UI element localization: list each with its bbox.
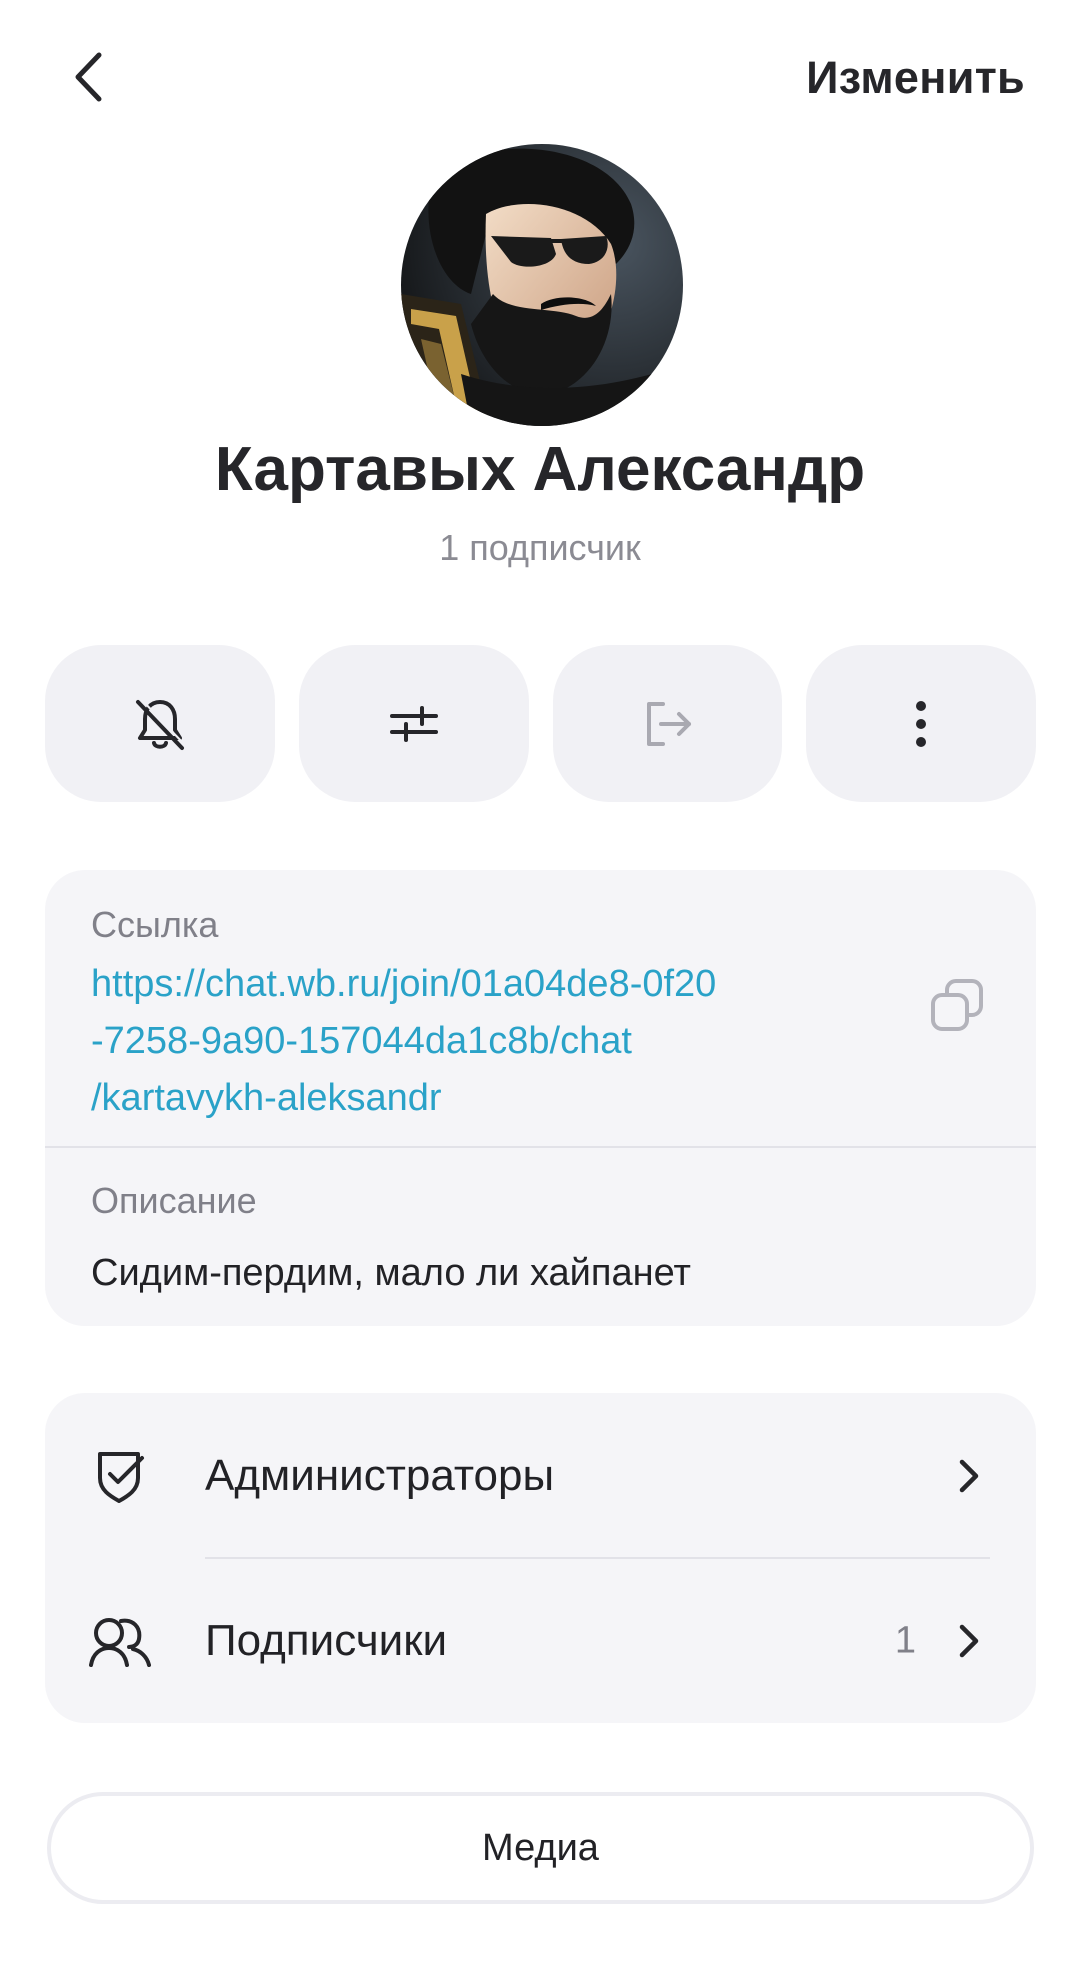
sliders-icon xyxy=(389,705,438,742)
invite-link[interactable]: https://chat.wb.ru/join/01a04de8-0f20 -7… xyxy=(91,956,871,1127)
edit-button[interactable]: Изменить xyxy=(806,48,1025,108)
menu-card: Администраторы Подписчики 1 xyxy=(45,1393,1036,1723)
menu-item-label: Подписчики xyxy=(205,1615,448,1665)
copy-link-button[interactable] xyxy=(924,972,990,1038)
users-icon xyxy=(87,1608,153,1674)
shield-check-icon xyxy=(87,1443,153,1509)
chevron-right-icon xyxy=(954,1619,984,1663)
menu-item-subscribers[interactable]: Подписчики 1 xyxy=(45,1558,1036,1723)
mute-button[interactable] xyxy=(45,645,275,802)
invite-link-line: -7258-9a90-157044da1c8b/chat xyxy=(91,1020,632,1062)
more-button[interactable] xyxy=(806,645,1036,802)
menu-item-label: Администраторы xyxy=(205,1450,555,1500)
divider xyxy=(45,1146,1036,1148)
invite-link-line: /kartavykh-aleksandr xyxy=(91,1077,442,1119)
settings-button[interactable] xyxy=(298,645,529,802)
media-button[interactable]: Медиа xyxy=(47,1792,1034,1904)
copy-icon xyxy=(931,979,983,1031)
chevron-right-icon xyxy=(954,1454,984,1498)
chevron-left-icon xyxy=(75,52,102,102)
invite-link-line: https://chat.wb.ru/join/01a04de8-0f20 xyxy=(91,963,717,1005)
menu-item-administrators[interactable]: Администраторы xyxy=(45,1393,1036,1559)
subscribers-count-text: 1 подписчик xyxy=(439,527,641,568)
description-label: Описание xyxy=(91,1180,257,1221)
back-button[interactable] xyxy=(58,44,118,110)
channel-profile-screen: Изменить Картавых Александр 1 подписчик … xyxy=(0,0,1080,1984)
action-buttons xyxy=(45,645,1036,802)
description-text: Сидим-пердим, мало ли хайпанет xyxy=(91,1252,691,1294)
exit-icon xyxy=(647,701,692,746)
info-card: Ссылка https://chat.wb.ru/join/01a04de8-… xyxy=(45,870,1036,1326)
subscribers-count-badge: 1 xyxy=(894,1619,916,1661)
bell-off-icon xyxy=(135,697,186,750)
leave-button[interactable] xyxy=(552,645,783,802)
channel-name: Картавых Александр xyxy=(214,435,866,504)
more-vertical-icon xyxy=(916,700,927,747)
avatar xyxy=(401,144,683,426)
link-label: Ссылка xyxy=(91,904,219,945)
